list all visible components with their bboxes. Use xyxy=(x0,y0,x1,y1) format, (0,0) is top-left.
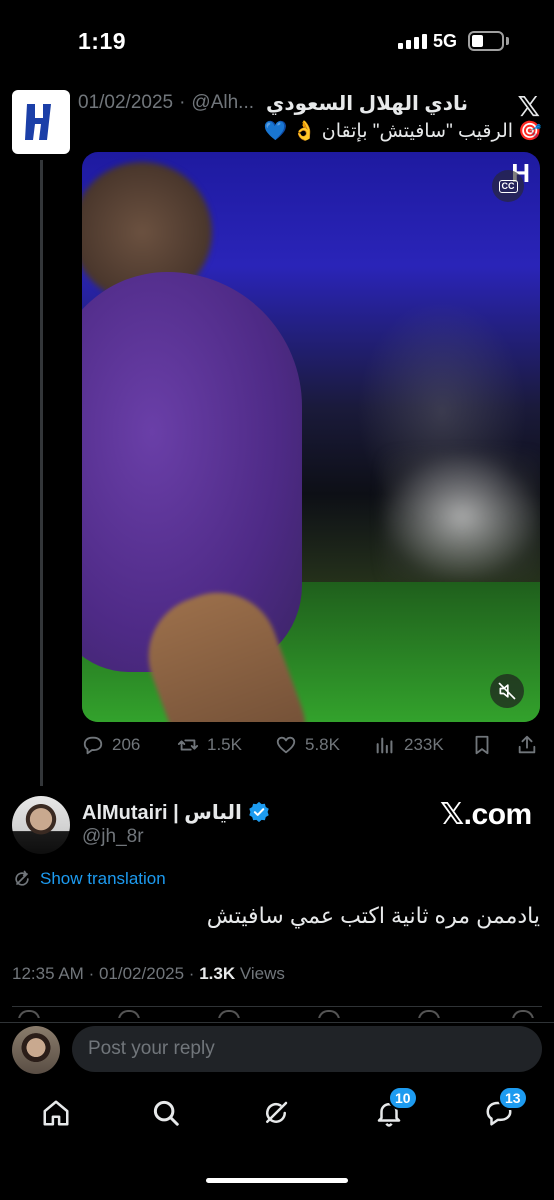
battery-icon xyxy=(468,31,504,51)
mute-button[interactable] xyxy=(490,674,524,708)
like-count: 5.8K xyxy=(305,735,340,754)
quoted-author-name[interactable]: نادي الهلال السعودي xyxy=(266,91,468,116)
nav-notifications[interactable]: 10 xyxy=(372,1086,418,1130)
repost-count: 1.5K xyxy=(207,735,242,754)
translate-icon xyxy=(15,870,29,886)
bookmark-icon xyxy=(475,735,489,755)
tweet-time: 12:35 AM xyxy=(12,964,84,983)
video-player[interactable]: H CC xyxy=(82,152,540,722)
quoted-actions: 206 1.5K 5.8K 233K xyxy=(82,730,542,760)
grok-icon xyxy=(266,1101,288,1123)
hidden-actions-row xyxy=(12,1010,542,1018)
nav-messages[interactable]: 13 xyxy=(482,1086,528,1130)
views-total: 1.3K xyxy=(199,964,236,983)
show-translation-link[interactable]: Show translation xyxy=(12,869,166,889)
signal-icon xyxy=(398,33,427,49)
captions-button[interactable]: CC xyxy=(492,170,524,202)
reply-count: 206 xyxy=(112,735,141,754)
reply-icon xyxy=(83,736,103,755)
views-label: Views xyxy=(239,964,285,983)
my-avatar[interactable] xyxy=(12,1026,60,1074)
club-avatar[interactable] xyxy=(12,90,70,154)
bottom-nav: 10 13 xyxy=(0,1082,554,1152)
battery-tip xyxy=(506,37,509,45)
video-background xyxy=(382,452,540,582)
views-button[interactable]: 233K xyxy=(374,734,444,756)
separator-dot: · xyxy=(179,92,186,113)
repost-button[interactable]: 1.5K xyxy=(177,734,242,756)
verified-badge-icon xyxy=(249,801,269,823)
quoted-date: 01/02/2025 xyxy=(78,92,174,113)
tweet-date: 01/02/2025 xyxy=(98,964,185,983)
nav-home[interactable] xyxy=(39,1096,73,1130)
author-avatar[interactable] xyxy=(12,796,70,854)
author-name-row[interactable]: AlMutairi | الياس xyxy=(82,799,270,825)
views-count: 233K xyxy=(404,735,444,754)
meta-separator: · xyxy=(88,964,95,983)
club-logo-icon xyxy=(25,104,51,140)
views-chart-icon xyxy=(376,737,393,754)
reply-input[interactable] xyxy=(72,1026,542,1072)
cc-icon: CC xyxy=(498,179,518,193)
reply-button[interactable]: 206 xyxy=(82,734,140,756)
tweet-text: يادممن مره ثانية اكتب عمي سافيتش xyxy=(206,903,540,928)
divider xyxy=(12,1006,542,1007)
home-icon xyxy=(43,1100,69,1126)
bookmark-button[interactable] xyxy=(471,734,493,756)
show-translation-label[interactable]: Show translation xyxy=(40,869,166,889)
share-button[interactable] xyxy=(516,734,538,756)
status-time: 1:19 xyxy=(78,28,127,54)
home-indicator[interactable] xyxy=(206,1178,348,1183)
meta-separator: · xyxy=(188,964,195,983)
tweet-meta: 12:35 AM · 01/02/2025 · 1.3K Views xyxy=(12,964,285,984)
author-handle[interactable]: @jh_8r xyxy=(82,826,144,848)
xcom-watermark: 𝕏.com xyxy=(440,798,532,831)
nav-grok[interactable] xyxy=(259,1096,293,1130)
repost-icon xyxy=(177,739,199,751)
share-icon xyxy=(518,735,536,754)
network-type: 5G xyxy=(433,31,458,51)
author-name[interactable]: AlMutairi | الياس xyxy=(82,800,242,825)
speaker-muted-icon xyxy=(498,682,516,700)
quoted-tweet-text: 🎯 الرقيب "سافيتش" بإتقان 👌 💙 xyxy=(263,121,542,142)
search-icon xyxy=(153,1100,179,1126)
notifications-badge: 10 xyxy=(388,1086,418,1110)
heart-icon xyxy=(276,736,296,754)
like-button[interactable]: 5.8K xyxy=(275,734,340,756)
messages-badge: 13 xyxy=(498,1086,528,1110)
quoted-handle[interactable]: @Alh... xyxy=(191,92,254,114)
quoted-tweet-header[interactable]: نادي الهلال السعودي @Alh... · 01/02/2025 xyxy=(78,90,468,116)
thread-line xyxy=(40,160,43,786)
nav-search[interactable] xyxy=(149,1096,183,1130)
